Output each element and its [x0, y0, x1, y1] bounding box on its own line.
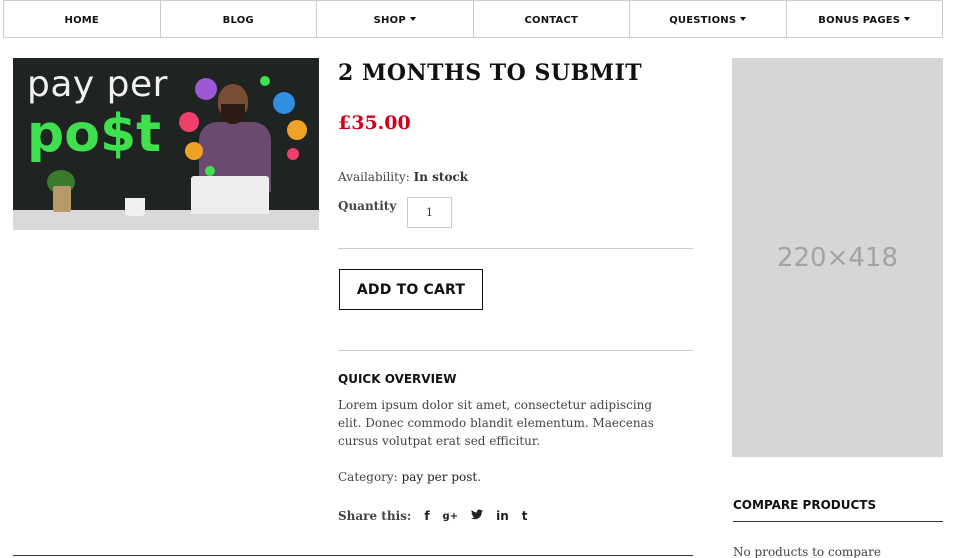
- nav-item-blog[interactable]: BLOG: [161, 1, 317, 37]
- category-label: Category:: [338, 470, 398, 484]
- nav-item-home[interactable]: HOME: [4, 1, 161, 37]
- category: Category: pay per post.: [338, 470, 481, 484]
- nav-item-contact[interactable]: CONTACT: [474, 1, 630, 37]
- availability-label: Availability:: [338, 170, 410, 184]
- image-dot: [287, 148, 299, 160]
- image-text-line2: po$t: [27, 104, 161, 164]
- availability-value: In stock: [413, 170, 469, 184]
- tumblr-icon[interactable]: t: [522, 509, 528, 523]
- caret-down-icon: [904, 17, 911, 21]
- image-car-bubble: [195, 78, 217, 100]
- nav-label: BLOG: [222, 14, 254, 26]
- image-book-bubble: [273, 92, 295, 114]
- nav-item-shop[interactable]: SHOP: [317, 1, 474, 37]
- compare-empty-text: No products to compare: [733, 545, 881, 558]
- image-desk: [13, 210, 319, 230]
- availability: Availability: In stock: [338, 170, 468, 184]
- nav-label: CONTACT: [524, 14, 579, 26]
- divider: [338, 350, 693, 351]
- caret-down-icon: [409, 17, 416, 21]
- nav-item-bonus-pages[interactable]: BONUS PAGES: [787, 1, 943, 37]
- image-plant-pot: [53, 186, 71, 212]
- product-price: £35.00: [338, 112, 411, 134]
- image-dot: [260, 76, 270, 86]
- nav-label: SHOP: [373, 14, 406, 26]
- image-person-beard: [221, 104, 245, 124]
- ad-placeholder[interactable]: 220×418: [732, 58, 943, 457]
- image-music-bubble: [287, 120, 307, 140]
- add-to-cart-button[interactable]: ADD TO CART: [339, 269, 483, 310]
- product-title: 2 MONTHS TO SUBMIT: [338, 60, 643, 86]
- product-image[interactable]: pay per po$t: [13, 58, 319, 230]
- quantity-label: Quantity: [338, 199, 397, 213]
- quick-overview-text: Lorem ipsum dolor sit amet, consectetur …: [338, 398, 654, 448]
- image-text-line1: pay per: [27, 64, 168, 105]
- quick-overview-heading: QUICK OVERVIEW: [338, 372, 457, 386]
- divider: [338, 248, 693, 249]
- ad-placeholder-label: 220×418: [776, 242, 899, 273]
- image-dollar-bubble: [185, 142, 203, 160]
- nav-label: BONUS PAGES: [818, 14, 901, 26]
- nav-label: QUESTIONS: [669, 14, 737, 26]
- facebook-icon[interactable]: f: [424, 509, 429, 523]
- image-cup: [125, 198, 145, 216]
- linkedin-icon[interactable]: in: [496, 509, 509, 523]
- divider: [733, 521, 943, 522]
- twitter-icon[interactable]: [471, 509, 484, 523]
- image-dot: [205, 166, 215, 176]
- category-link[interactable]: pay per post: [402, 470, 478, 484]
- share-bar: Share this: f g+ in t: [338, 509, 528, 523]
- compare-products-heading: COMPARE PRODUCTS: [733, 498, 877, 512]
- divider: [13, 555, 693, 556]
- google-plus-icon[interactable]: g+: [443, 511, 459, 522]
- share-label: Share this:: [338, 509, 412, 523]
- main-nav: HOME BLOG SHOP CONTACT QUESTIONS BONUS P…: [3, 0, 943, 38]
- image-laptop: [191, 176, 269, 214]
- nav-item-questions[interactable]: QUESTIONS: [630, 1, 787, 37]
- caret-down-icon: [740, 17, 747, 21]
- category-period: .: [477, 470, 482, 484]
- nav-label: HOME: [64, 14, 99, 26]
- quantity-input[interactable]: [407, 197, 452, 228]
- image-fork-bubble: [179, 112, 199, 132]
